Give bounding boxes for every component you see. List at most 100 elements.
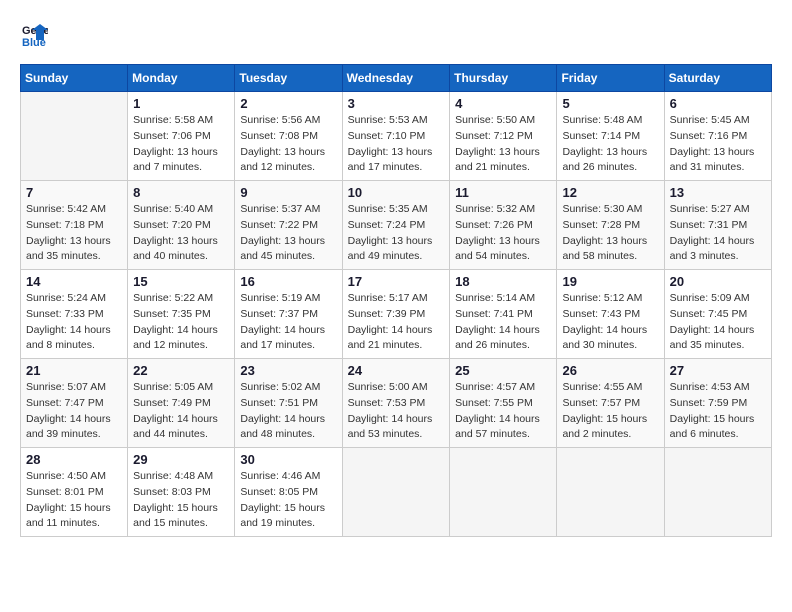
- day-info: Sunrise: 5:32 AMSunset: 7:26 PMDaylight:…: [455, 202, 551, 265]
- page-header: General Blue: [20, 20, 772, 48]
- day-info: Sunrise: 5:37 AMSunset: 7:22 PMDaylight:…: [240, 202, 336, 265]
- day-number: 20: [670, 274, 766, 289]
- calendar-cell: 5 Sunrise: 5:48 AMSunset: 7:14 PMDaylight…: [557, 92, 664, 181]
- calendar-week-row: 1 Sunrise: 5:58 AMSunset: 7:06 PMDaylight…: [21, 92, 772, 181]
- day-info: Sunrise: 5:30 AMSunset: 7:28 PMDaylight:…: [562, 202, 658, 265]
- calendar-cell: 20 Sunrise: 5:09 AMSunset: 7:45 PMDayligh…: [664, 270, 771, 359]
- day-number: 14: [26, 274, 122, 289]
- svg-text:General: General: [22, 25, 48, 37]
- day-info: Sunrise: 5:48 AMSunset: 7:14 PMDaylight:…: [562, 113, 658, 176]
- calendar-cell: 23 Sunrise: 5:02 AMSunset: 7:51 PMDayligh…: [235, 359, 342, 448]
- day-number: 11: [455, 185, 551, 200]
- day-number: 28: [26, 452, 122, 467]
- day-number: 24: [348, 363, 445, 378]
- day-number: 16: [240, 274, 336, 289]
- day-number: 18: [455, 274, 551, 289]
- day-number: 13: [670, 185, 766, 200]
- calendar-cell: 13 Sunrise: 5:27 AMSunset: 7:31 PMDayligh…: [664, 181, 771, 270]
- day-number: 17: [348, 274, 445, 289]
- day-info: Sunrise: 5:40 AMSunset: 7:20 PMDaylight:…: [133, 202, 229, 265]
- day-info: Sunrise: 4:57 AMSunset: 7:55 PMDaylight:…: [455, 380, 551, 443]
- calendar-cell: [450, 448, 557, 537]
- day-info: Sunrise: 5:12 AMSunset: 7:43 PMDaylight:…: [562, 291, 658, 354]
- day-info: Sunrise: 4:55 AMSunset: 7:57 PMDaylight:…: [562, 380, 658, 443]
- calendar-cell: 29 Sunrise: 4:48 AMSunset: 8:03 PMDayligh…: [128, 448, 235, 537]
- day-info: Sunrise: 5:50 AMSunset: 7:12 PMDaylight:…: [455, 113, 551, 176]
- day-info: Sunrise: 5:24 AMSunset: 7:33 PMDaylight:…: [26, 291, 122, 354]
- weekday-header: Sunday: [21, 65, 128, 92]
- day-number: 1: [133, 96, 229, 111]
- day-number: 4: [455, 96, 551, 111]
- calendar-cell: 4 Sunrise: 5:50 AMSunset: 7:12 PMDaylight…: [450, 92, 557, 181]
- calendar-cell: 17Sunrise: 5:17 AMSunset: 7:39 PMDayligh…: [342, 270, 450, 359]
- weekday-header: Monday: [128, 65, 235, 92]
- day-number: 3: [348, 96, 445, 111]
- calendar-cell: 16 Sunrise: 5:19 AMSunset: 7:37 PMDayligh…: [235, 270, 342, 359]
- day-number: 5: [562, 96, 658, 111]
- calendar-cell: 26Sunrise: 4:55 AMSunset: 7:57 PMDayligh…: [557, 359, 664, 448]
- calendar-cell: [557, 448, 664, 537]
- calendar-cell: 18 Sunrise: 5:14 AMSunset: 7:41 PMDayligh…: [450, 270, 557, 359]
- day-number: 29: [133, 452, 229, 467]
- calendar-week-row: 14 Sunrise: 5:24 AMSunset: 7:33 PMDayligh…: [21, 270, 772, 359]
- day-info: Sunrise: 4:46 AMSunset: 8:05 PMDaylight:…: [240, 469, 336, 532]
- day-number: 15: [133, 274, 229, 289]
- weekday-header: Friday: [557, 65, 664, 92]
- calendar-cell: 25 Sunrise: 4:57 AMSunset: 7:55 PMDayligh…: [450, 359, 557, 448]
- day-info: Sunrise: 5:22 AMSunset: 7:35 PMDaylight:…: [133, 291, 229, 354]
- day-info: Sunrise: 4:53 AMSunset: 7:59 PMDaylight:…: [670, 380, 766, 443]
- day-number: 6: [670, 96, 766, 111]
- weekday-header: Wednesday: [342, 65, 450, 92]
- calendar-cell: 9 Sunrise: 5:37 AMSunset: 7:22 PMDaylight…: [235, 181, 342, 270]
- day-info: Sunrise: 5:14 AMSunset: 7:41 PMDaylight:…: [455, 291, 551, 354]
- calendar-week-row: 28 Sunrise: 4:50 AMSunset: 8:01 PMDayligh…: [21, 448, 772, 537]
- weekday-header: Saturday: [664, 65, 771, 92]
- calendar-header-row: SundayMondayTuesdayWednesdayThursdayFrid…: [21, 65, 772, 92]
- calendar-cell: [342, 448, 450, 537]
- day-number: 30: [240, 452, 336, 467]
- day-number: 2: [240, 96, 336, 111]
- day-number: 7: [26, 185, 122, 200]
- day-number: 8: [133, 185, 229, 200]
- calendar-cell: [664, 448, 771, 537]
- day-number: 27: [670, 363, 766, 378]
- day-number: 25: [455, 363, 551, 378]
- day-info: Sunrise: 5:19 AMSunset: 7:37 PMDaylight:…: [240, 291, 336, 354]
- calendar-week-row: 21 Sunrise: 5:07 AMSunset: 7:47 PMDayligh…: [21, 359, 772, 448]
- day-info: Sunrise: 5:56 AMSunset: 7:08 PMDaylight:…: [240, 113, 336, 176]
- calendar-cell: 27 Sunrise: 4:53 AMSunset: 7:59 PMDayligh…: [664, 359, 771, 448]
- calendar-cell: 6Sunrise: 5:45 AMSunset: 7:16 PMDaylight…: [664, 92, 771, 181]
- calendar-cell: 11 Sunrise: 5:32 AMSunset: 7:26 PMDayligh…: [450, 181, 557, 270]
- calendar-cell: 1 Sunrise: 5:58 AMSunset: 7:06 PMDaylight…: [128, 92, 235, 181]
- day-number: 12: [562, 185, 658, 200]
- calendar-cell: 8 Sunrise: 5:40 AMSunset: 7:20 PMDaylight…: [128, 181, 235, 270]
- day-info: Sunrise: 5:27 AMSunset: 7:31 PMDaylight:…: [670, 202, 766, 265]
- calendar-cell: 19 Sunrise: 5:12 AMSunset: 7:43 PMDayligh…: [557, 270, 664, 359]
- calendar-table: SundayMondayTuesdayWednesdayThursdayFrid…: [20, 64, 772, 537]
- day-info: Sunrise: 4:50 AMSunset: 8:01 PMDaylight:…: [26, 469, 122, 532]
- day-number: 10: [348, 185, 445, 200]
- day-info: Sunrise: 5:42 AMSunset: 7:18 PMDaylight:…: [26, 202, 122, 265]
- day-info: Sunrise: 5:53 AMSunset: 7:10 PMDaylight:…: [348, 113, 445, 176]
- day-number: 9: [240, 185, 336, 200]
- calendar-cell: 7 Sunrise: 5:42 AMSunset: 7:18 PMDaylight…: [21, 181, 128, 270]
- logo-icon: General Blue: [20, 20, 48, 48]
- calendar-cell: 14 Sunrise: 5:24 AMSunset: 7:33 PMDayligh…: [21, 270, 128, 359]
- calendar-cell: [21, 92, 128, 181]
- day-number: 22: [133, 363, 229, 378]
- day-number: 21: [26, 363, 122, 378]
- day-number: 23: [240, 363, 336, 378]
- day-info: Sunrise: 4:48 AMSunset: 8:03 PMDaylight:…: [133, 469, 229, 532]
- day-info: Sunrise: 5:02 AMSunset: 7:51 PMDaylight:…: [240, 380, 336, 443]
- weekday-header: Tuesday: [235, 65, 342, 92]
- calendar-cell: 24Sunrise: 5:00 AMSunset: 7:53 PMDayligh…: [342, 359, 450, 448]
- calendar-cell: 21 Sunrise: 5:07 AMSunset: 7:47 PMDayligh…: [21, 359, 128, 448]
- day-info: Sunrise: 5:07 AMSunset: 7:47 PMDaylight:…: [26, 380, 122, 443]
- day-info: Sunrise: 5:58 AMSunset: 7:06 PMDaylight:…: [133, 113, 229, 176]
- calendar-cell: 22Sunrise: 5:05 AMSunset: 7:49 PMDayligh…: [128, 359, 235, 448]
- calendar-cell: 3 Sunrise: 5:53 AMSunset: 7:10 PMDaylight…: [342, 92, 450, 181]
- calendar-cell: 28 Sunrise: 4:50 AMSunset: 8:01 PMDayligh…: [21, 448, 128, 537]
- day-info: Sunrise: 5:09 AMSunset: 7:45 PMDaylight:…: [670, 291, 766, 354]
- calendar-cell: 15 Sunrise: 5:22 AMSunset: 7:35 PMDayligh…: [128, 270, 235, 359]
- day-number: 19: [562, 274, 658, 289]
